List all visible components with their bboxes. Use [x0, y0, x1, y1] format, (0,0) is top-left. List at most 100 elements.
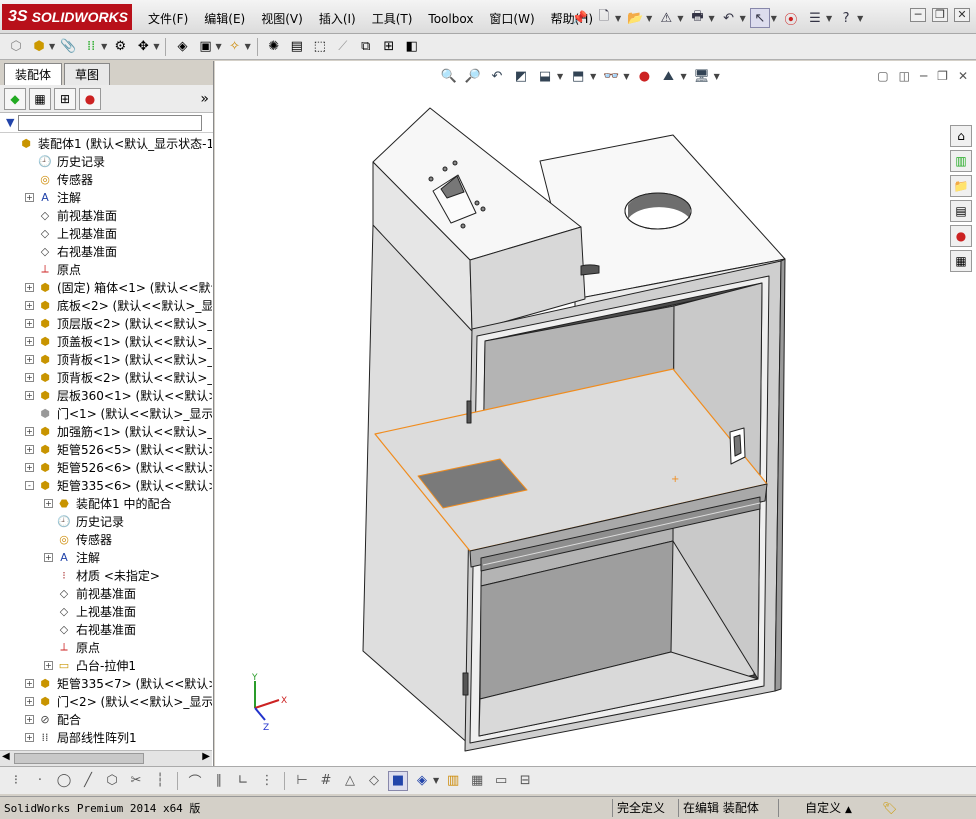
sketch-fillet-icon[interactable]: ⌒	[185, 771, 205, 791]
restore-button[interactable]: ❐	[932, 8, 948, 22]
scroll-left-icon[interactable]: ◀	[2, 751, 10, 762]
expand-icon[interactable]: +	[25, 678, 34, 688]
expand-icon[interactable]: +	[25, 282, 34, 292]
chevron-down-icon[interactable]: ▼	[646, 14, 652, 23]
options-icon[interactable]: ☰	[805, 8, 825, 28]
select-cursor-icon[interactable]: ↖	[749, 8, 770, 28]
convert-entities-icon[interactable]: ∟	[233, 771, 253, 791]
chevron-down-icon[interactable]: ▼	[708, 14, 714, 23]
status-units[interactable]: 自定义 ▲	[778, 799, 878, 817]
smart-dimension-icon[interactable]: ⊢	[292, 771, 312, 791]
polygon-icon[interactable]: ⬡	[102, 771, 122, 791]
chevron-down-icon[interactable]: ▼	[49, 42, 55, 51]
tree-item[interactable]: ◎ 传感器	[0, 170, 212, 188]
new-part-icon[interactable]: ⬢	[29, 37, 49, 57]
open-folder-icon[interactable]: 📂	[625, 8, 645, 28]
offset-icon[interactable]: ∥	[209, 771, 229, 791]
expand-icon[interactable]: +	[25, 462, 34, 472]
tree-item[interactable]: 🕘 历史记录	[0, 512, 212, 530]
chevron-down-icon[interactable]: ▼	[153, 42, 159, 51]
tree-item[interactable]: + ⬢ 矩管335<7> (默认<<默认>_显示	[0, 674, 212, 692]
display-pane-icon[interactable]: ▦	[467, 771, 487, 791]
property-manager-icon[interactable]: ▦	[29, 87, 51, 110]
menu-item-1[interactable]: 编辑(E)	[196, 10, 253, 28]
chevron-down-icon[interactable]: ▼	[215, 42, 221, 51]
solidworks-logo[interactable]: 3S SOLIDWORKS	[2, 4, 132, 30]
linear-pattern-icon[interactable]: ⁞⁞	[81, 37, 101, 57]
tree-item[interactable]: + ⬢ 顶盖板<1> (默认<<默认>_显示状	[0, 332, 212, 350]
tree-item[interactable]: + ⬢ 门<2> (默认<<默认>_显示状态	[0, 692, 212, 710]
expand-panel-icon[interactable]: »	[200, 91, 209, 107]
move-component-icon[interactable]: ✥	[133, 37, 153, 57]
menu-item-2[interactable]: 视图(V)	[253, 10, 311, 28]
tab-sketch[interactable]: 草图	[64, 63, 111, 85]
expand-icon[interactable]: +	[25, 444, 34, 454]
tree-item[interactable]: ◇ 右视基准面	[0, 620, 212, 638]
file-explorer-icon[interactable]: 📁	[950, 175, 972, 197]
menu-item-3[interactable]: 插入(I)	[311, 10, 364, 28]
expand-icon[interactable]: +	[25, 192, 34, 202]
reference-geometry-icon[interactable]: ✧	[225, 37, 245, 57]
assembly-features-icon[interactable]: ▣	[195, 37, 215, 57]
rebuild-tag-icon[interactable]: 🏷	[878, 799, 901, 817]
print-icon[interactable]: 🖶	[687, 8, 707, 28]
collapse-icon[interactable]: -	[25, 480, 34, 490]
custom-properties-icon[interactable]: ▦	[950, 250, 972, 272]
appearances-icon[interactable]: ●	[950, 225, 972, 247]
chevron-down-icon[interactable]: ▼	[101, 42, 107, 51]
new-motion-study-icon[interactable]: ✺	[264, 37, 284, 57]
tile-windows-icon[interactable]: ⊟	[515, 771, 535, 791]
tree-item[interactable]: ◇ 上视基准面	[0, 602, 212, 620]
circle-icon[interactable]: ◯	[54, 771, 74, 791]
chevron-down-icon[interactable]: ▼	[677, 14, 683, 23]
new-document-icon[interactable]: 🗋	[594, 8, 614, 28]
exploded-view-icon[interactable]: ⬚	[310, 37, 330, 57]
chevron-down-icon[interactable]: ▼	[433, 776, 439, 785]
trim-icon[interactable]: ✂	[126, 771, 146, 791]
tree-item[interactable]: + ⬢ 顶背板<1> (默认<<默认>_显示状	[0, 350, 212, 368]
centerline-icon[interactable]: ┆	[150, 771, 170, 791]
chevron-down-icon[interactable]: ▼	[740, 14, 746, 23]
tree-item[interactable]: ⬢ 门<1> (默认<<默认>_显示状态	[0, 404, 212, 422]
shaded-view-icon[interactable]: ■	[388, 770, 408, 791]
tree-item[interactable]: + ⬢ 顶层版<2> (默认<<默认>_显示状	[0, 314, 212, 332]
expand-icon[interactable]: +	[25, 354, 34, 364]
tree-item[interactable]: + ⬢ (固定) 箱体<1> (默认<<默认>_显示状态	[0, 278, 212, 296]
tree-item[interactable]: + ⬣ 装配体1 中的配合	[0, 494, 212, 512]
line-icon[interactable]: ╱	[78, 771, 98, 791]
clearance-verification-icon[interactable]: ⊞	[379, 37, 399, 57]
expand-icon[interactable]: +	[25, 696, 34, 706]
mirror-icon[interactable]: ⋮	[257, 771, 277, 791]
menu-item-6[interactable]: 窗口(W)	[481, 10, 542, 28]
expand-icon[interactable]: +	[44, 660, 53, 670]
view-cube-icon[interactable]: ◈	[412, 771, 432, 791]
chevron-down-icon[interactable]: ▼	[771, 14, 777, 23]
tree-item[interactable]: ⟂ 原点	[0, 638, 212, 656]
help-icon[interactable]: ?	[836, 8, 856, 28]
tree-item[interactable]: -⬢ 矩管335<6> (默认<<默认>_显示	[0, 476, 212, 494]
undo-icon[interactable]: ↶	[719, 8, 739, 28]
relation-icon[interactable]: △	[340, 771, 360, 791]
smart-fasteners-icon[interactable]: ⚙	[110, 37, 130, 57]
expand-icon[interactable]: +	[25, 714, 34, 724]
chevron-down-icon[interactable]: ▼	[826, 14, 832, 23]
tree-item[interactable]: ◎ 传感器	[0, 530, 212, 548]
tree-item[interactable]: + ⬢ 底板<2> (默认<<默认>_显示状态	[0, 296, 212, 314]
insert-component-icon[interactable]: ⬡	[6, 37, 26, 57]
menu-item-0[interactable]: 文件(F)	[140, 10, 196, 28]
window-layout-icon[interactable]: ▭	[491, 771, 511, 791]
expand-icon[interactable]: +	[25, 300, 34, 310]
expand-icon[interactable]: +	[44, 498, 53, 508]
filter-input[interactable]	[18, 114, 203, 131]
design-library-icon[interactable]: ▥	[950, 150, 972, 172]
tree-item[interactable]: + ⬢ 顶背板<2> (默认<<默认>_显示状	[0, 368, 212, 386]
tree-item[interactable]: + ⁞⁞ 局部线性阵列1	[0, 728, 212, 746]
interference-detection-icon[interactable]: ⧉	[356, 37, 376, 57]
menu-item-5[interactable]: Toolbox	[420, 10, 481, 28]
pin-icon[interactable]: 📌	[570, 8, 590, 28]
minimize-button[interactable]: ─	[910, 8, 926, 22]
tree-item[interactable]: + A 注解	[0, 548, 212, 566]
configuration-manager-icon[interactable]: ⊞	[54, 87, 76, 110]
3d-sketch-icon[interactable]: ◇	[364, 771, 384, 791]
tree-item[interactable]: + ⬢ 矩管526<6> (默认<<默认>_显示	[0, 458, 212, 476]
